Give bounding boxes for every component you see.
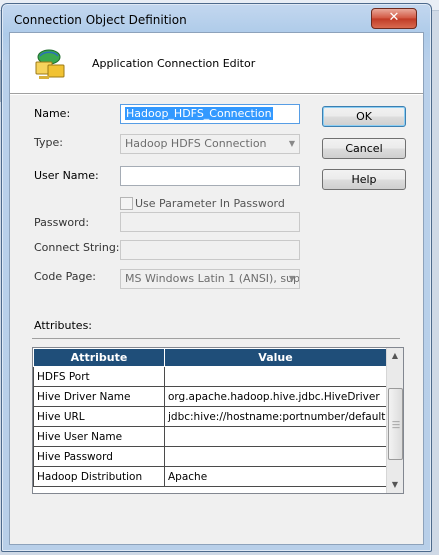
header-title: Application Connection Editor	[92, 57, 256, 70]
attributes-table: Attribute Value HDFS Port Hive Driver Na…	[33, 348, 387, 487]
code-page-label: Code Page:	[34, 270, 96, 283]
dialog-window: Connection Object Definition ✕ Applicati…	[1, 3, 432, 552]
attribute-name-cell[interactable]: Hive URL	[33, 406, 165, 427]
attribute-value-cell[interactable]: Apache	[164, 466, 387, 487]
column-header-attribute[interactable]: Attribute	[33, 348, 165, 367]
scroll-up-icon[interactable]: ▲	[387, 348, 403, 364]
attribute-name-cell[interactable]: HDFS Port	[33, 366, 165, 387]
connect-string-input[interactable]	[120, 240, 300, 260]
table-header-row: Attribute Value	[33, 348, 387, 367]
user-name-label: User Name:	[34, 169, 99, 182]
dialog-client-area: Application Connection Editor Name: Hado…	[9, 32, 424, 545]
attributes-label: Attributes:	[34, 319, 93, 332]
grip-icon: — — —	[392, 417, 400, 432]
vertical-scrollbar[interactable]: ▲ — — — ▼	[386, 348, 403, 493]
scrollbar-thumb[interactable]: — — —	[388, 388, 403, 460]
name-input-value: Hadoop_HDFS_Connection	[125, 107, 273, 120]
connect-string-label: Connect String:	[34, 241, 120, 254]
code-page-select[interactable]: MS Windows Latin 1 (ANSI), supe ▼	[120, 269, 300, 289]
title-bar[interactable]: Connection Object Definition ✕	[2, 4, 431, 32]
header-divider	[10, 93, 423, 94]
cancel-button[interactable]: Cancel	[322, 138, 406, 159]
ok-button-label: OK	[356, 110, 372, 123]
cancel-button-label: Cancel	[345, 142, 383, 155]
attribute-value-cell[interactable]: org.apache.hadoop.hive.jdbc.HiveDriver	[164, 386, 387, 407]
table-row[interactable]: Hive URL jdbc:hive://hostname:portnumber…	[33, 406, 387, 427]
ok-button[interactable]: OK	[322, 106, 406, 127]
code-page-select-value: MS Windows Latin 1 (ANSI), supe	[125, 272, 300, 285]
password-input[interactable]	[120, 212, 300, 232]
table-row[interactable]: Hive Password	[33, 446, 387, 467]
attribute-value-cell[interactable]	[164, 426, 387, 447]
header-band: Application Connection Editor	[10, 33, 423, 93]
close-button[interactable]: ✕	[371, 8, 417, 29]
chevron-down-icon: ▼	[288, 139, 295, 148]
window-title: Connection Object Definition	[14, 13, 187, 27]
connection-editor-icon	[35, 49, 65, 79]
close-icon: ✕	[388, 10, 400, 25]
type-select-value: Hadoop HDFS Connection	[125, 137, 267, 150]
use-parameter-label: Use Parameter In Password	[135, 197, 285, 210]
attribute-value-cell[interactable]	[164, 446, 387, 467]
password-label: Password:	[34, 216, 90, 229]
name-label: Name:	[34, 107, 71, 120]
attribute-name-cell[interactable]: Hive Password	[33, 446, 165, 467]
use-parameter-checkbox[interactable]	[120, 197, 133, 210]
name-input[interactable]: Hadoop_HDFS_Connection	[120, 104, 300, 124]
table-row[interactable]: Hive User Name	[33, 426, 387, 447]
column-header-value[interactable]: Value	[164, 348, 387, 367]
user-name-input[interactable]	[120, 166, 300, 186]
attributes-divider	[32, 338, 400, 339]
attributes-grid[interactable]: Attribute Value HDFS Port Hive Driver Na…	[32, 347, 404, 494]
scroll-down-icon[interactable]: ▼	[387, 477, 403, 493]
attribute-name-cell[interactable]: Hadoop Distribution	[33, 466, 165, 487]
attribute-value-cell[interactable]: jdbc:hive://hostname:portnumber/default	[164, 406, 387, 427]
type-label: Type:	[34, 136, 63, 149]
attribute-name-cell[interactable]: Hive User Name	[33, 426, 165, 447]
chevron-down-icon: ▼	[288, 274, 295, 283]
attribute-name-cell[interactable]: Hive Driver Name	[33, 386, 165, 407]
attribute-value-cell[interactable]	[164, 366, 387, 387]
table-row[interactable]: Hive Driver Name org.apache.hadoop.hive.…	[33, 386, 387, 407]
table-row[interactable]: HDFS Port	[33, 366, 387, 387]
help-button-label: Help	[351, 173, 377, 186]
table-row[interactable]: Hadoop Distribution Apache	[33, 466, 387, 487]
help-button[interactable]: Help	[322, 169, 406, 190]
type-select[interactable]: Hadoop HDFS Connection ▼	[120, 134, 300, 154]
